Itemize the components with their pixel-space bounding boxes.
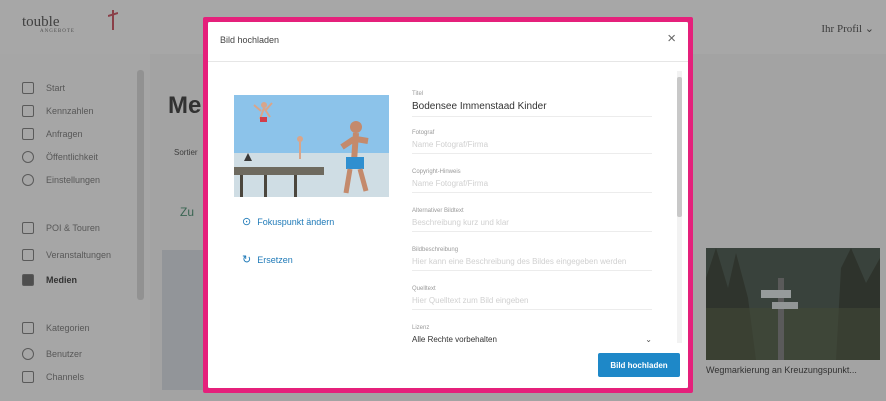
dialog-title: Bild hochladen xyxy=(220,35,280,45)
field-label: Bildbeschreibung xyxy=(412,247,459,253)
close-icon[interactable]: × xyxy=(667,30,676,47)
field-source[interactable]: Quelltext Hier Quelltext zum Bild eingeb… xyxy=(412,286,652,325)
replace-image-label: Ersetzen xyxy=(257,254,293,265)
field-label: Quelltext xyxy=(412,286,436,292)
divider xyxy=(412,309,652,310)
field-title[interactable]: Titel Bodensee Immenstaad Kinder xyxy=(412,91,652,130)
field-copyright[interactable]: Copyright-Hinweis Name Fotograf/Firma xyxy=(412,169,652,208)
dialog-body: ⊙ Fokuspunkt ändern ↻ Ersetzen Titel Bod… xyxy=(208,63,688,344)
replace-image-button[interactable]: ↻ Ersetzen xyxy=(242,253,293,266)
divider xyxy=(412,153,652,154)
field-alt-text[interactable]: Alternativer Bildtext Beschreibung kurz … xyxy=(412,208,652,247)
title-input[interactable]: Bodensee Immenstaad Kinder xyxy=(412,101,652,112)
dialog-footer: Bild hochladen xyxy=(208,343,688,388)
image-metadata-form: Titel Bodensee Immenstaad Kinder Fotogra… xyxy=(412,91,652,364)
image-preview xyxy=(234,95,389,197)
field-description[interactable]: Bildbeschreibung Hier kann eine Beschrei… xyxy=(412,247,652,286)
upload-image-button[interactable]: Bild hochladen xyxy=(598,353,680,377)
upload-image-dialog: Bild hochladen × ⊙ Fokuspunkt ändern ↻ E… xyxy=(208,22,688,388)
description-input[interactable]: Hier kann eine Beschreibung des Bildes e… xyxy=(412,257,652,266)
divider xyxy=(412,192,652,193)
field-label: Alternativer Bildtext xyxy=(412,208,464,214)
change-focus-point-button[interactable]: ⊙ Fokuspunkt ändern xyxy=(242,215,334,228)
alt-text-input[interactable]: Beschreibung kurz und klar xyxy=(412,218,652,227)
field-label: Fotograf xyxy=(412,130,435,136)
focus-target-icon: ⊙ xyxy=(242,216,252,228)
dialog-header: Bild hochladen × xyxy=(208,22,688,62)
scrollbar-thumb[interactable] xyxy=(677,77,682,217)
divider xyxy=(412,116,652,117)
field-photographer[interactable]: Fotograf Name Fotograf/Firma xyxy=(412,130,652,169)
source-input[interactable]: Hier Quelltext zum Bild eingeben xyxy=(412,296,652,305)
change-focus-point-label: Fokuspunkt ändern xyxy=(257,216,335,227)
divider xyxy=(412,231,652,232)
dialog-scrollbar[interactable] xyxy=(677,71,682,343)
copyright-input[interactable]: Name Fotograf/Firma xyxy=(412,179,652,188)
field-label: Titel xyxy=(412,91,424,97)
field-label: Lizenz xyxy=(412,325,430,331)
divider xyxy=(412,270,652,271)
refresh-icon: ↻ xyxy=(242,254,252,266)
lake-jump-photo xyxy=(234,95,389,197)
field-label: Copyright-Hinweis xyxy=(412,169,461,175)
photographer-input[interactable]: Name Fotograf/Firma xyxy=(412,140,652,149)
